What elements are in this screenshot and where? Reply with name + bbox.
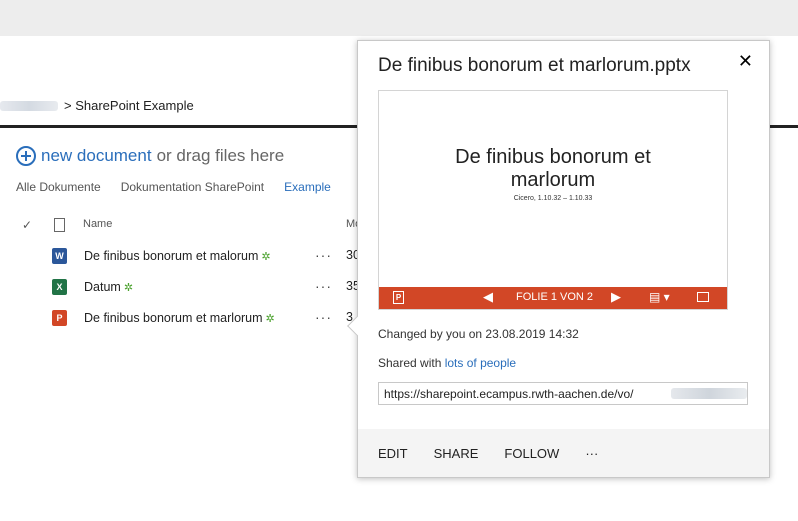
changed-info: Changed by you on 23.08.2019 14:32 <box>378 327 579 341</box>
breadcrumb: > SharePoint Example <box>0 98 194 113</box>
item-more-button[interactable]: ··· <box>315 278 332 294</box>
url-redacted <box>671 388 747 399</box>
callout-title: De finibus bonorum et marlorum.pptx <box>378 55 691 76</box>
fullscreen-icon[interactable] <box>697 292 709 302</box>
file-name[interactable]: Datum ✲ <box>84 280 133 294</box>
drag-files-hint: or drag files here <box>156 146 285 165</box>
view-example[interactable]: Example <box>284 180 331 194</box>
list-item[interactable]: W De finibus bonorum et malorum ✲ ··· 30 <box>0 246 360 266</box>
view-documentation[interactable]: Dokumentation SharePoint <box>121 180 264 194</box>
next-slide-icon[interactable]: ▶ <box>611 289 621 305</box>
powerpoint-file-icon: P <box>52 310 67 326</box>
slide-counter: FOLIE 1 VON 2 <box>516 291 594 303</box>
shared-info: Shared with lots of people <box>378 356 517 370</box>
previous-slide-icon[interactable]: ◀ <box>483 289 493 305</box>
column-name[interactable]: Name <box>83 218 112 230</box>
new-document-bar: new document or drag files here <box>16 146 284 166</box>
breadcrumb-site-redacted[interactable] <box>0 100 58 111</box>
follow-button[interactable]: FOLLOW <box>504 446 559 461</box>
more-actions-button[interactable]: ··· <box>585 446 598 461</box>
item-more-button[interactable]: ··· <box>315 247 332 263</box>
new-document-link[interactable]: new document <box>41 146 152 166</box>
slide-subtitle: Cicero, 1.10.32 – 1.10.33 <box>513 195 593 202</box>
callout-actions: EDIT SHARE FOLLOW ··· <box>358 429 769 477</box>
edit-button[interactable]: EDIT <box>378 446 408 461</box>
new-item-icon: ✲ <box>261 251 271 263</box>
item-more-button[interactable]: ··· <box>315 309 332 325</box>
slide-preview[interactable]: De finibus bonorum et marlorum Cicero, 1… <box>378 90 728 310</box>
excel-file-icon: X <box>52 279 67 295</box>
top-bar <box>0 0 798 36</box>
select-all-checkmark-icon[interactable]: ✓ <box>22 218 32 232</box>
view-all-documents[interactable]: Alle Dokumente <box>16 180 101 194</box>
new-item-icon: ✲ <box>265 313 275 325</box>
file-type-column-icon <box>54 218 65 232</box>
new-item-icon: ✲ <box>123 282 134 294</box>
powerpoint-logo-icon: P <box>393 291 404 304</box>
close-icon[interactable]: ✕ <box>738 51 753 72</box>
file-callout: De finibus bonorum et marlorum.pptx ✕ De… <box>347 40 770 478</box>
shared-people-link[interactable]: lots of people <box>445 356 516 370</box>
share-button[interactable]: SHARE <box>434 446 479 461</box>
list-item[interactable]: X Datum ✲ ··· 35 <box>0 277 360 297</box>
slide-navigation-bar: P ◀ FOLIE 1 VON 2 ▶ ▤ ▾ <box>379 287 727 309</box>
file-name[interactable]: De finibus bonorum et marlorum ✲ <box>84 311 275 325</box>
view-tabs: Alle Dokumente Dokumentation SharePoint … <box>16 180 351 194</box>
breadcrumb-current: > SharePoint Example <box>64 98 194 113</box>
list-item[interactable]: P De finibus bonorum et marlorum ✲ ··· 3 <box>0 308 360 328</box>
file-name[interactable]: De finibus bonorum et malorum ✲ <box>84 249 271 263</box>
add-circle-icon[interactable] <box>16 146 36 166</box>
word-file-icon: W <box>52 248 67 264</box>
slide-menu-icon[interactable]: ▤ ▾ <box>649 290 670 304</box>
slide-title: De finibus bonorum et marlorum <box>455 146 651 191</box>
